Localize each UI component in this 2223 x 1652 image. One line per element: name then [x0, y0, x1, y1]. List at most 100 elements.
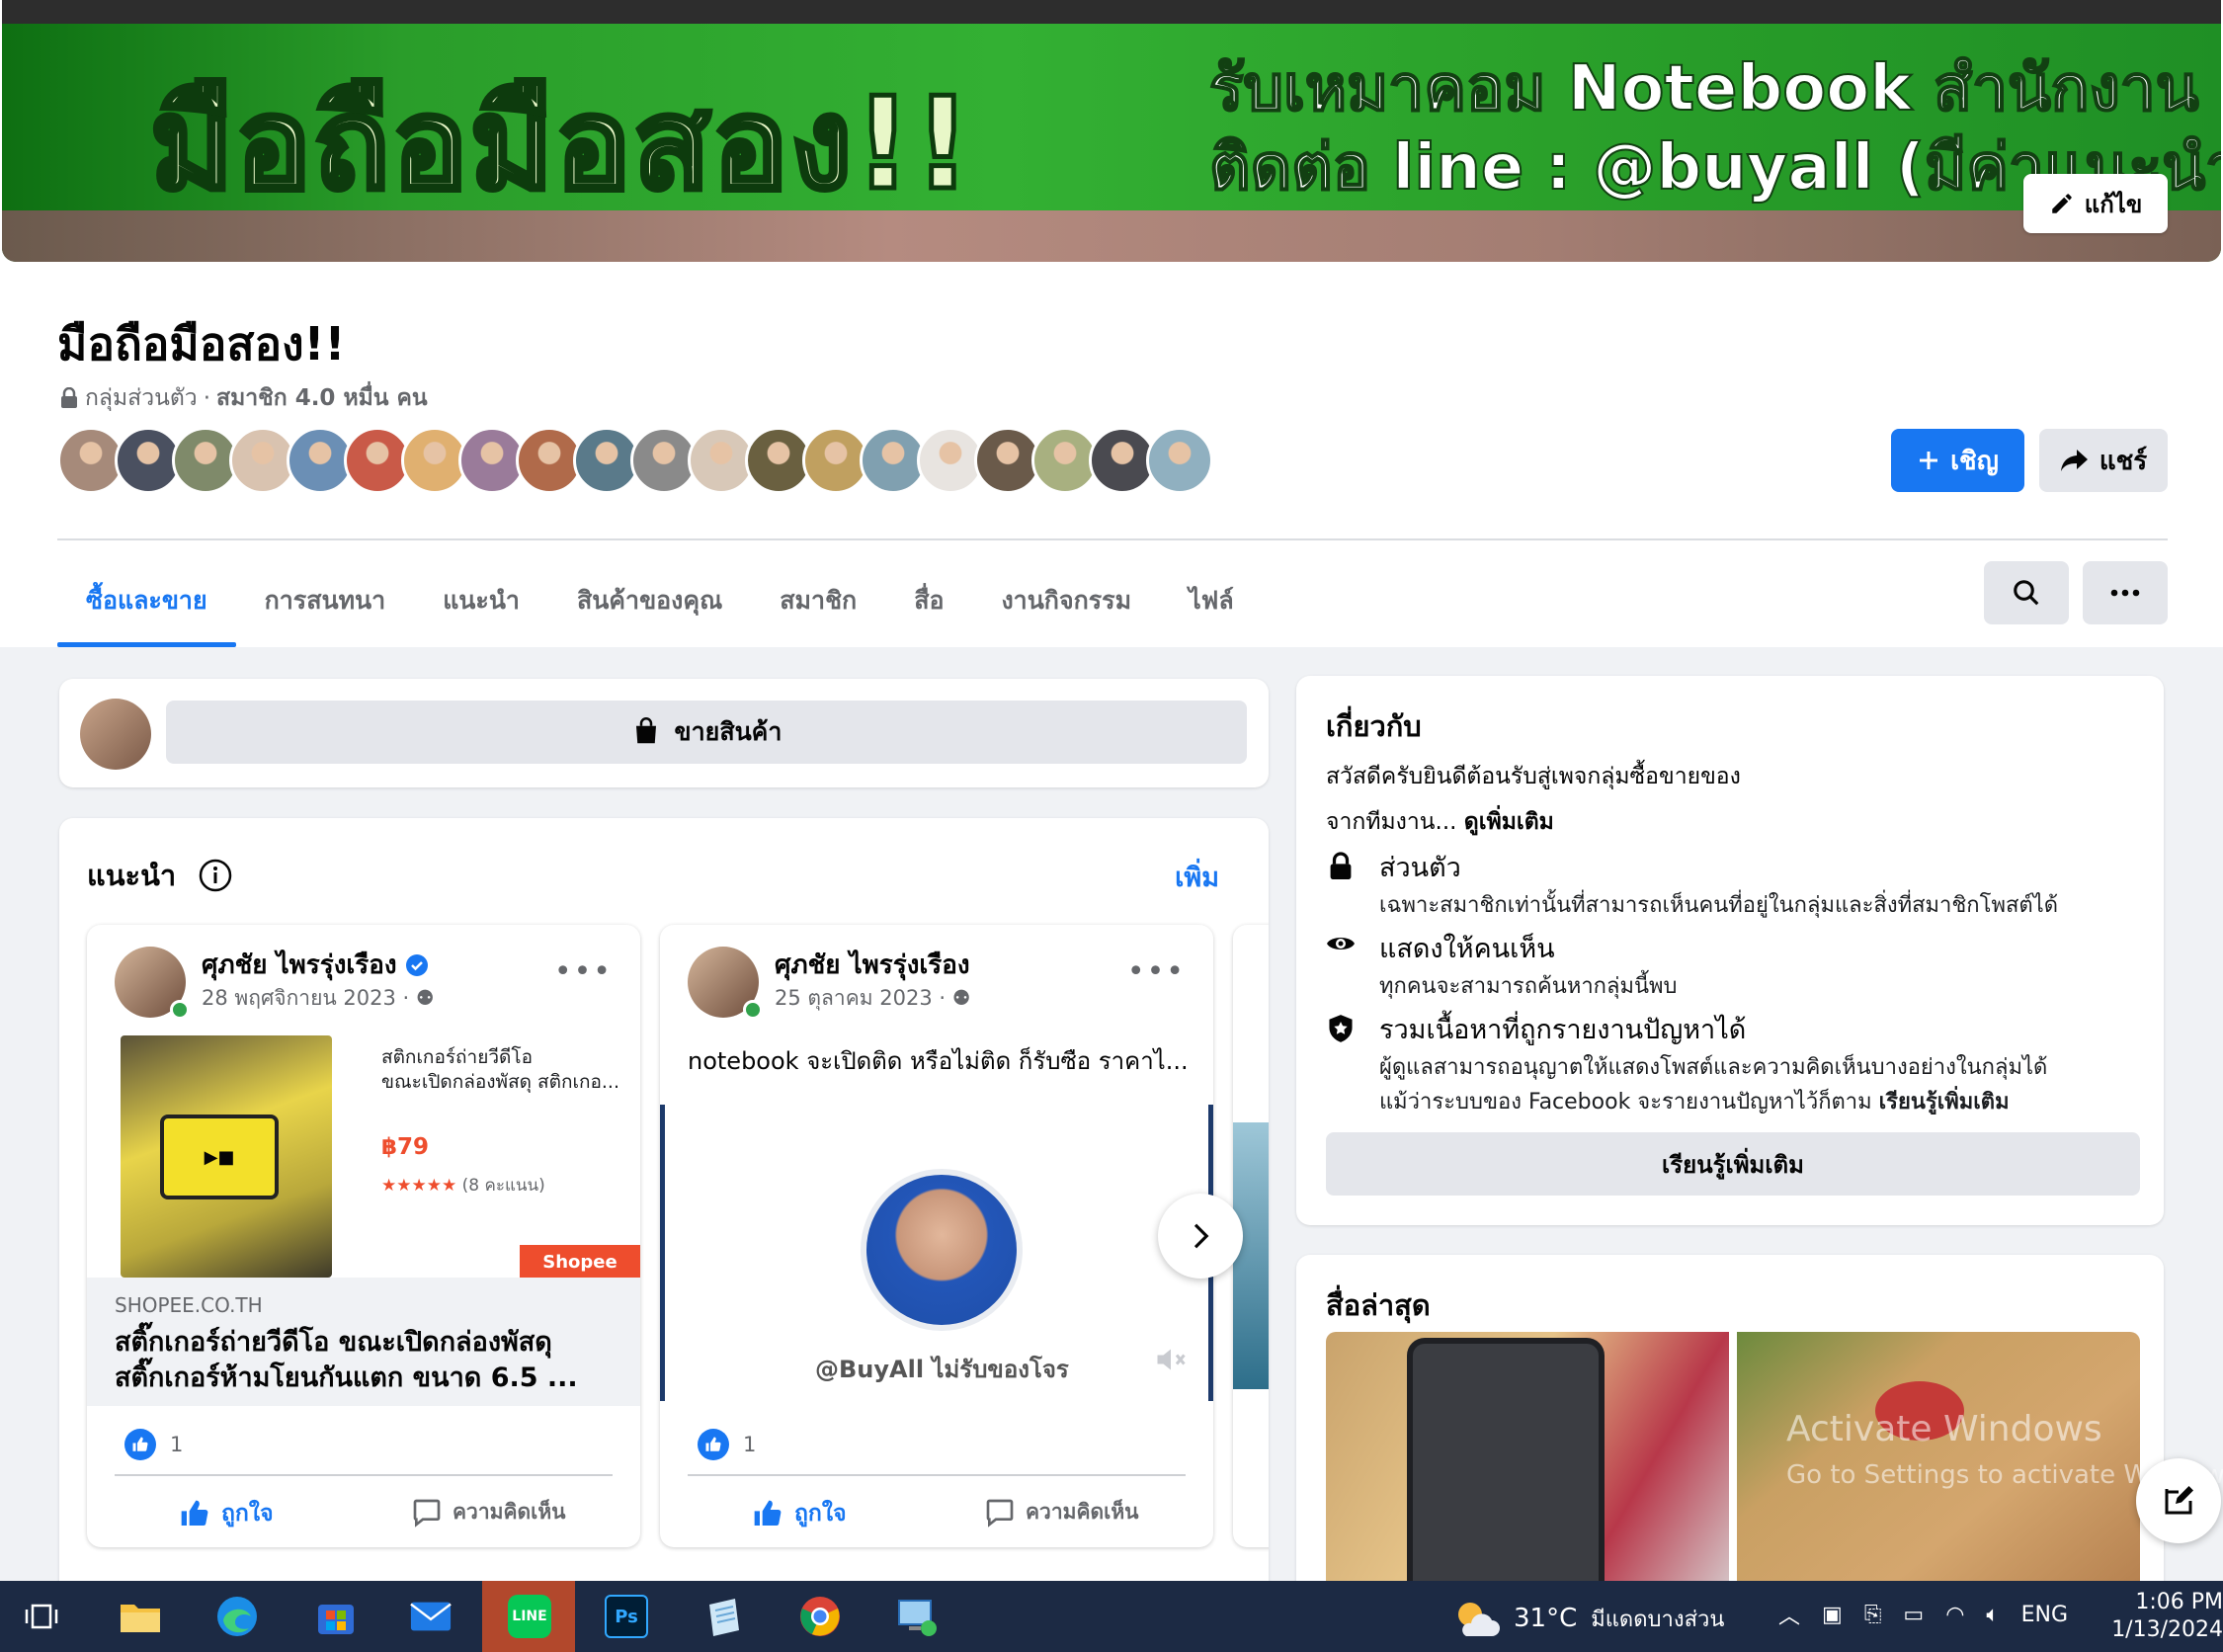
member-avatars[interactable]: [57, 427, 1213, 494]
partly-sunny-icon: [1458, 1603, 1500, 1636]
share-icon: [2060, 450, 2088, 471]
clock[interactable]: 1:06 PM 1/13/2024: [2111, 1589, 2223, 1644]
reaction-count[interactable]: 1: [698, 1429, 756, 1460]
chevron-right-icon: [1194, 1223, 1209, 1249]
online-status-dot: [743, 1000, 763, 1020]
group-header: มือถือมือสอง!! รับเหมาคอม Notebook สำนัก…: [0, 0, 2223, 647]
post-more-icon[interactable]: •••: [554, 954, 613, 989]
windows-taskbar: LINE Ps 31°C มีแดดบางส่วน ︿ ▣ ⎘ ▭ ◠ 🔈︎ E…: [0, 1581, 2223, 1652]
like-button[interactable]: ถูกใจ: [178, 1496, 274, 1531]
verified-badge-icon: [405, 953, 428, 976]
media-thumbnail[interactable]: [1326, 1332, 1729, 1611]
thumbs-up-icon: [181, 1500, 208, 1527]
invite-button[interactable]: เชิญ: [1891, 429, 2024, 492]
mail-icon[interactable]: [409, 1595, 453, 1638]
group-tabs: ซื้อและขาย การสนทนา แนะนำ สินค้าของคุณ สมาชิ…: [57, 553, 1263, 647]
tab-4[interactable]: สมาชิก: [751, 553, 885, 647]
post-video[interactable]: @BuyAll ไม่รับของโจร: [660, 1105, 1213, 1401]
post-author[interactable]: ศุภชัย ไพรรุ่งเรือง: [202, 945, 397, 985]
member-avatar[interactable]: [1146, 427, 1213, 494]
link-preview[interactable]: ▶■ สติกเกอร์ถ่ายวีดีโอ ขณะเปิดกล่องพัสดุ …: [87, 1035, 640, 1450]
file-explorer-icon[interactable]: [119, 1595, 162, 1638]
remote-desktop-icon[interactable]: [895, 1595, 939, 1638]
cover-title: มือถือมือสอง!!: [147, 69, 974, 221]
line-app-icon[interactable]: LINE: [508, 1595, 551, 1638]
see-more-link[interactable]: ดูเพิ่มเติม: [1464, 809, 1554, 835]
activate-windows-watermark: Activate Windows: [1786, 1409, 2102, 1449]
link-domain: SHOPEE.CO.TH: [115, 1293, 263, 1317]
tab-3[interactable]: สินค้าของคุณ: [548, 553, 751, 647]
notepad-icon[interactable]: [701, 1595, 745, 1638]
sell-item-button[interactable]: ขายสินค้า: [166, 701, 1247, 764]
mute-icon[interactable]: [1153, 1342, 1189, 1377]
new-message-button[interactable]: [2136, 1458, 2221, 1543]
learn-more-button[interactable]: เรียนรู้เพิ่มเติม: [1326, 1132, 2140, 1196]
carousel-next-button[interactable]: [1158, 1194, 1243, 1279]
tab-7[interactable]: ไฟล์: [1160, 553, 1263, 647]
avatar[interactable]: [80, 699, 151, 770]
tab-0[interactable]: ซื้อและขาย: [57, 553, 236, 647]
search-icon: [2014, 580, 2039, 606]
photoshop-icon[interactable]: Ps: [605, 1595, 648, 1638]
recommended-title: แนะนำ: [87, 853, 233, 898]
comment-button[interactable]: ความคิดเห็น: [411, 1496, 566, 1528]
meet-now-icon[interactable]: ▣: [1822, 1603, 1843, 1627]
microsoft-store-icon[interactable]: [314, 1595, 358, 1638]
temperature: 31°C: [1514, 1604, 1578, 1633]
thumbs-up-icon: [754, 1500, 782, 1527]
post-date[interactable]: 25 ตุลาคม 2023 ·: [775, 986, 952, 1010]
volume-icon[interactable]: 🔈︎: [1986, 1603, 1999, 1627]
product-rating: ★★★★★ (8 คะแนน): [381, 1176, 545, 1196]
weather-widget[interactable]: 31°C มีแดดบางส่วน: [1450, 1597, 1724, 1640]
share-button[interactable]: แชร์: [2039, 429, 2168, 492]
post-card: ศุภชัย ไพรรุ่งเรือง 25 ตุลาคม 2023 · ⚉ •…: [660, 925, 1213, 1547]
system-tray: ︿ ▣ ⎘ ▭ ◠ 🔈︎ ENG: [1778, 1599, 2068, 1630]
recommended-section: แนะนำ เพิ่ม ศุภชัย ไพรรุ่งเรือง 28 พฤศจิ…: [59, 818, 1269, 1609]
eye-icon: [1327, 938, 1355, 950]
lock-icon: [1330, 852, 1352, 879]
tab-1[interactable]: การสนทนา: [236, 553, 415, 647]
post-more-icon[interactable]: •••: [1127, 954, 1186, 989]
reaction-count[interactable]: 1: [124, 1429, 183, 1460]
comment-button[interactable]: ความคิดเห็น: [984, 1496, 1139, 1528]
profile-image: [861, 1169, 1023, 1331]
post-text[interactable]: notebook จะเปิดติด หรือไม่ติด ก็รับซือ ร…: [688, 1041, 1189, 1080]
language-indicator[interactable]: ENG: [2021, 1603, 2068, 1627]
recommended-more-link[interactable]: เพิ่ม: [1175, 856, 1219, 898]
group-audience-icon: ⚉: [951, 986, 971, 1010]
plus-icon: [1920, 452, 1938, 469]
pencil-icon: [2052, 194, 2072, 213]
lock-icon: [61, 387, 77, 408]
group-privacy[interactable]: กลุ่มส่วนตัว: [85, 380, 198, 416]
post-date[interactable]: 28 พฤศจิกายน 2023 ·: [202, 986, 416, 1010]
media-title: สื่อล่าสุด: [1326, 1288, 1431, 1322]
tab-5[interactable]: สื่อ: [885, 553, 972, 647]
shield-icon: [1329, 1015, 1353, 1042]
wifi-icon[interactable]: ◠: [1945, 1603, 1964, 1627]
tab-6[interactable]: งานกิจกรรม: [972, 553, 1160, 647]
tab-2[interactable]: แนะนำ: [414, 553, 548, 647]
sell-composer: ขายสินค้า: [59, 679, 1269, 787]
group-members[interactable]: สมาชิก 4.0 หมื่น คน: [216, 380, 428, 416]
about-section: เกี่ยวกับ สวัสดีครับยินดีต้อนรับสู่เพจกล…: [1296, 676, 2164, 1225]
post-author[interactable]: ศุภชัย ไพรรุ่งเรือง: [775, 945, 970, 985]
battery-icon[interactable]: ▭: [1903, 1603, 1924, 1627]
more-icon: [2110, 589, 2140, 597]
online-status-dot: [170, 1000, 190, 1020]
group-name[interactable]: มือถือมือสอง!!: [57, 308, 346, 380]
about-title: เกี่ยวกับ: [1326, 709, 1422, 743]
weather-condition: มีแดดบางส่วน: [1591, 1607, 1725, 1632]
edit-cover-button[interactable]: แก้ไข: [2023, 174, 2168, 233]
chrome-icon[interactable]: [798, 1595, 842, 1638]
learn-more-link[interactable]: เรียนรู้เพิ่มเติม: [1879, 1090, 2010, 1115]
chevron-up-icon[interactable]: ︿: [1778, 1599, 1800, 1630]
info-icon[interactable]: [198, 858, 233, 893]
edge-icon[interactable]: [215, 1595, 259, 1638]
network-status-icon[interactable]: ⎘: [1864, 1603, 1882, 1627]
cover-photo: มือถือมือสอง!! รับเหมาคอม Notebook สำนัก…: [2, 0, 2221, 262]
more-options-button[interactable]: [2083, 561, 2168, 624]
like-button[interactable]: ถูกใจ: [751, 1496, 847, 1531]
task-view-icon[interactable]: [20, 1595, 63, 1638]
search-button[interactable]: [1984, 561, 2069, 624]
group-meta: กลุ่มส่วนตัว · สมาชิก 4.0 หมื่น คน: [59, 380, 428, 416]
